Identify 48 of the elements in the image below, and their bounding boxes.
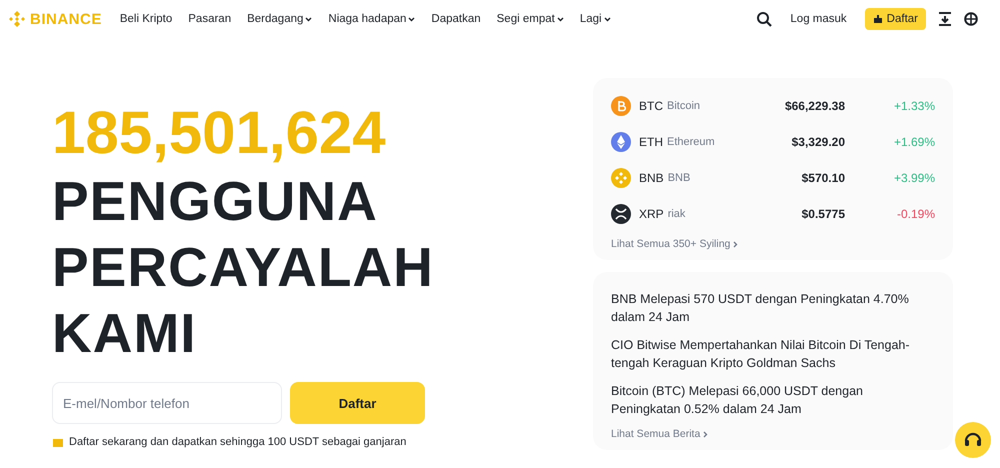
nav-link[interactable]: Beli Kripto bbox=[112, 13, 180, 25]
news-headline[interactable]: CIO Bitwise Mempertahankan Nilai Bitcoin Di Tengah-tengah Keraguan Kripto Goldman Sachs bbox=[611, 336, 935, 372]
login-link[interactable]: Log masuk bbox=[784, 12, 853, 26]
headline: KAMI bbox=[52, 301, 198, 366]
signup-button[interactable]: Daftar bbox=[290, 382, 425, 424]
price-change: +3.99% bbox=[892, 171, 935, 185]
view-all-coins-link[interactable]: Lihat Semua 350+ Syiling bbox=[611, 238, 935, 250]
nav-link[interactable]: Berdagang bbox=[239, 13, 320, 25]
bnb-icon bbox=[611, 168, 631, 188]
email-field[interactable]: E-mel/Nombor telefon bbox=[52, 382, 282, 424]
coin-name: riak bbox=[668, 208, 686, 220]
price-change: +1.69% bbox=[892, 135, 935, 149]
headline: PERCAYALAH bbox=[52, 235, 435, 300]
price-change: -0.19% bbox=[896, 207, 935, 221]
coin-symbol: BTC bbox=[639, 99, 663, 113]
news-headline[interactable]: BNB Melepasi 570 USDT dengan Peningkatan 4.70% dalam 24 Jam bbox=[611, 290, 935, 326]
coin-price: $0.5775 bbox=[800, 207, 845, 221]
nav-link[interactable]: Dapatkan bbox=[423, 13, 489, 25]
user-count: 185,501,624 bbox=[52, 98, 387, 168]
headline: PENGGUNA bbox=[52, 169, 379, 234]
coin-symbol: ETH bbox=[639, 135, 663, 149]
chevron-icon bbox=[733, 240, 738, 248]
price-change: +1.33% bbox=[892, 99, 935, 113]
globe-icon bbox=[964, 12, 978, 26]
download-icon bbox=[938, 12, 952, 26]
coin-name: Bitcoin bbox=[667, 100, 702, 112]
chevron-icon bbox=[703, 430, 708, 438]
ethereum-icon bbox=[611, 132, 631, 152]
coin-price: $570.10 bbox=[800, 171, 845, 185]
nav-link[interactable]: Lagi bbox=[572, 13, 619, 25]
coin-price: $66,229.38 bbox=[784, 99, 845, 113]
support-button[interactable] bbox=[955, 422, 991, 458]
coin-symbol: BNB bbox=[639, 171, 664, 185]
nav-link[interactable]: Pasaran bbox=[180, 13, 240, 25]
news-headline[interactable]: Bitcoin (BTC) Melepasi 66,000 USDT dengan Peningkatan 0.52% dalam 24 Jam bbox=[611, 382, 935, 418]
diamond-logo-icon bbox=[8, 10, 26, 28]
xrp-icon bbox=[611, 204, 631, 224]
promo-text: Daftar sekarang dan dapatkan sehingga 100 USDT sebagai ganjaran bbox=[69, 436, 406, 448]
bitcoin-icon bbox=[611, 96, 631, 116]
nav-link[interactable]: Segi empat bbox=[488, 13, 572, 25]
coin-name: BNB bbox=[668, 172, 692, 184]
coin-price: $3,329.20 bbox=[790, 135, 845, 149]
nav-link[interactable]: Niaga hadapan bbox=[320, 13, 424, 25]
view-all-news-link[interactable]: Lihat Semua Berita bbox=[611, 428, 935, 440]
coin-symbol: XRP bbox=[639, 207, 664, 221]
coin-name: Ethereum bbox=[667, 136, 716, 148]
signup-button[interactable]: Daftar bbox=[864, 8, 926, 30]
search-icon bbox=[756, 11, 772, 27]
